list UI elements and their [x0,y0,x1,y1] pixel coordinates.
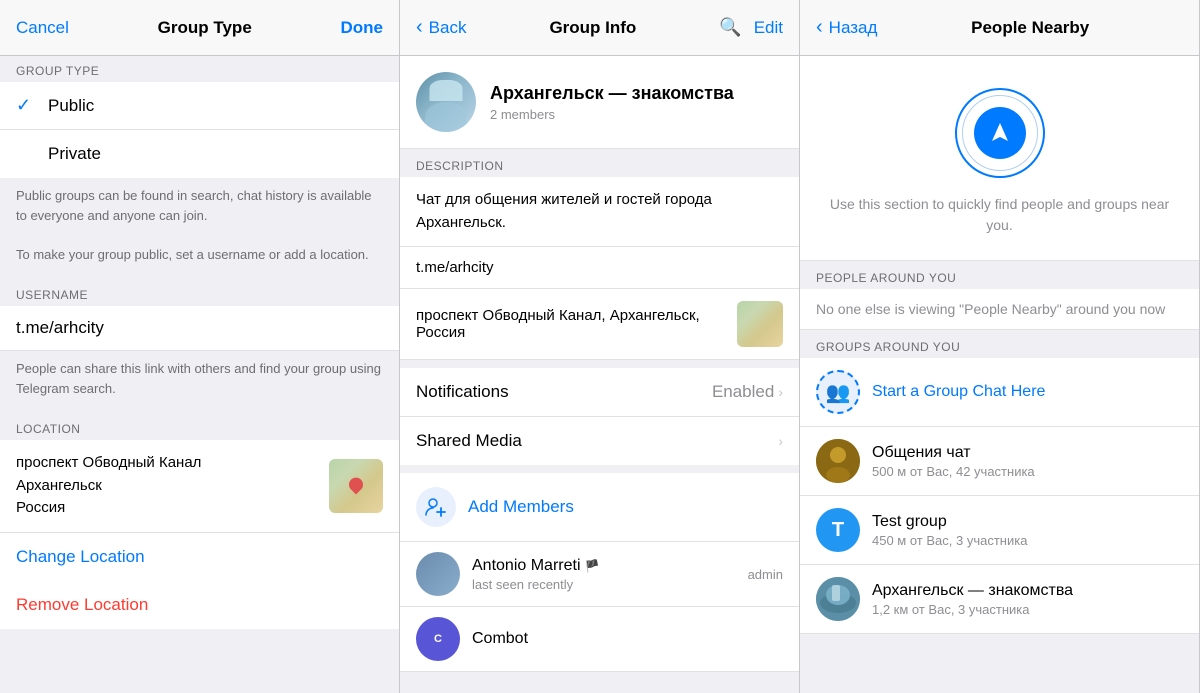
description-link[interactable]: t.me/arhcity [400,247,799,289]
group-info-panel: ‹ Back Group Info 🔍 Edit Архангельск — з… [400,0,800,693]
username-section-header: USERNAME [0,280,399,306]
start-group-chat-info: Start a Group Chat Here [872,383,1183,401]
description-header: DESCRIPTION [400,149,799,177]
arkhangelsk-name: Архангельск — знакомства [872,582,1183,600]
settings-section: Notifications Enabled › Shared Media › [400,368,799,465]
member-role-antonio: admin [748,567,783,582]
shared-media-row[interactable]: Shared Media › [400,417,799,465]
notifications-label: Notifications [416,382,509,402]
arkhangelsk-distance: 1,2 км от Вас, 3 участника [872,602,1183,617]
nearby-back-chevron-icon: ‹ [816,16,823,39]
nav-title-group-info: Group Info [549,18,636,38]
nearby-back-button[interactable]: Назад [829,18,878,38]
test-group-distance: 450 м от Вас, 3 участника [872,533,1183,548]
test-group-name: Test group [872,513,1183,531]
member-avatar-combot: C [416,617,460,661]
location-description: Use this section to quickly find people … [824,194,1175,236]
start-group-chat-avatar: 👥 [816,370,860,414]
group-members: 2 members [490,107,734,122]
username-input[interactable] [16,318,383,338]
obshenya-distance: 500 м от Вас, 42 участника [872,464,1183,479]
start-group-chat-row[interactable]: 👥 Start a Group Chat Here [800,358,1199,427]
nav-right: Done [341,18,384,38]
nav-back-nearby: ‹ Назад [816,16,877,39]
member-row-combot: C Combot [400,607,799,672]
test-group-avatar: T [816,508,860,552]
location-map-thumbnail [329,459,383,513]
notifications-chevron-icon: › [778,384,783,400]
shared-media-label: Shared Media [416,431,522,451]
member-row-antonio: Antonio Marreti 🏴 last seen recently adm… [400,542,799,607]
nav-right-group-info: 🔍 Edit [719,17,783,38]
group-type-list: ✓ Public ✓ Private [0,82,399,178]
remove-location-button[interactable]: Remove Location [0,581,399,629]
back-chevron-icon: ‹ [416,16,423,39]
location-text: проспект Обводный Канал Архангельск Росс… [16,452,201,520]
group-avatar [416,72,476,132]
edit-button[interactable]: Edit [754,18,783,38]
cancel-button[interactable]: Cancel [16,18,69,38]
private-label: Private [48,144,101,164]
group-type-info: Public groups can be found in search, ch… [0,178,399,280]
member-info-combot: Combot [472,630,783,648]
nav-bar-group-type: Cancel Group Type Done [0,0,399,56]
public-label: Public [48,96,94,116]
arkhangelsk-avatar [816,577,860,621]
description-location: проспект Обводный Канал, Архангельск, Ро… [400,289,799,360]
change-location-button[interactable]: Change Location [0,532,399,581]
location-cell: проспект Обводный Канал Архангельск Росс… [0,440,399,532]
notifications-value: Enabled › [712,382,783,402]
group-type-panel: Cancel Group Type Done GROUP TYPE ✓ Publ… [0,0,400,693]
private-option[interactable]: ✓ Private [0,130,399,178]
nav-back-area: ‹ Back [416,16,466,39]
member-name-combot: Combot [472,630,783,648]
member-avatar-antonio [416,552,460,596]
member-name-antonio: Antonio Marreti 🏴 [472,557,736,575]
obshenya-chat-row[interactable]: Общения чат 500 м от Вас, 42 участника [800,427,1199,496]
groups-section-header: GROUPS AROUND YOU [800,330,1199,358]
description-content: Чат для общения жителей и гостей города … [400,177,799,247]
member-status-antonio: last seen recently [472,577,736,592]
location-arrow-icon [974,107,1026,159]
location-circle [955,88,1045,178]
people-empty-text: No one else is viewing "People Nearby" a… [800,289,1199,330]
obshenya-avatar [816,439,860,483]
group-header: Архангельск — знакомства 2 members [400,56,799,149]
add-members-row[interactable]: Add Members [400,473,799,542]
search-icon[interactable]: 🔍 [719,17,741,38]
public-option[interactable]: ✓ Public [0,82,399,130]
location-illustration: Use this section to quickly find people … [800,56,1199,261]
group-type-section-header: GROUP TYPE [0,56,399,82]
arkhangelsk-info: Архангельск — знакомства 1,2 км от Вас, … [872,582,1183,617]
start-group-chat-name: Start a Group Chat Here [872,383,1183,401]
location-section-header: LOCATION [0,414,399,440]
flag-icon: 🏴 [585,559,600,573]
member-info-antonio: Antonio Marreti 🏴 last seen recently [472,557,736,592]
username-input-cell [0,306,399,351]
public-check-icon: ✓ [16,95,36,116]
group-name: Архангельск — знакомства [490,83,734,104]
nav-bar-nearby: ‹ Назад People Nearby [800,0,1199,56]
people-section-header: PEOPLE AROUND YOU [800,261,1199,289]
username-info: People can share this link with others a… [0,351,399,414]
back-button[interactable]: Back [429,18,467,38]
mini-map [737,301,783,347]
test-group-info: Test group 450 м от Вас, 3 участника [872,513,1183,548]
add-members-label: Add Members [468,497,574,517]
nav-title-group-type: Group Type [158,18,252,38]
done-button[interactable]: Done [341,18,384,38]
group-info: Архангельск — знакомства 2 members [490,83,734,122]
arkhangelsk-group-row[interactable]: Архангельск — знакомства 1,2 км от Вас, … [800,565,1199,634]
shared-media-chevron-icon: › [778,433,783,449]
add-members-icon [416,487,456,527]
test-group-row[interactable]: T Test group 450 м от Вас, 3 участника [800,496,1199,565]
obshenya-name: Общения чат [872,444,1183,462]
nav-title-nearby: People Nearby [971,18,1089,38]
nav-bar-group-info: ‹ Back Group Info 🔍 Edit [400,0,799,56]
nav-left: Cancel [16,18,69,38]
notifications-row[interactable]: Notifications Enabled › [400,368,799,417]
obshenya-info: Общения чат 500 м от Вас, 42 участника [872,444,1183,479]
people-nearby-panel: ‹ Назад People Nearby Use this section t… [800,0,1200,693]
